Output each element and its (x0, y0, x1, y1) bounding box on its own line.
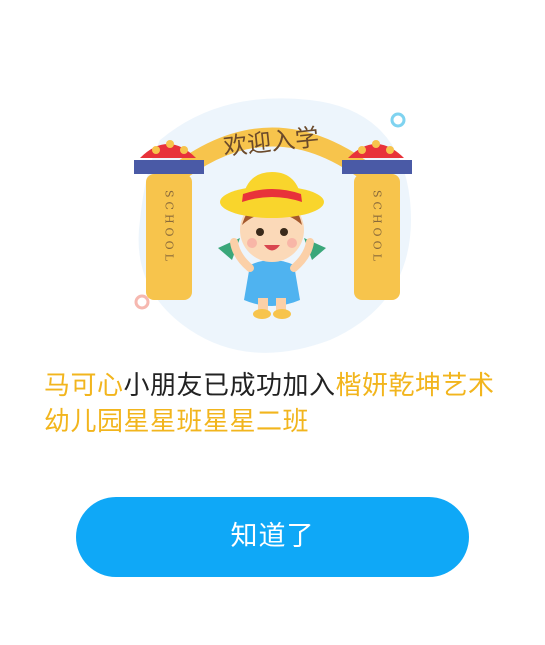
welcome-illustration: 欢迎入学 SCHOOL SCHOOL (134, 98, 412, 353)
blue-ring-decoration (390, 112, 406, 128)
left-pillar-text: SCHOOL (163, 190, 176, 265)
pink-ring-decoration (134, 294, 150, 310)
join-success-message: 马可心小朋友已成功加入楷妍乾坤艺术幼儿园星星班星星二班 (44, 368, 514, 440)
confirm-button[interactable]: 知道了 (76, 497, 469, 577)
right-pillar-text: SCHOOL (371, 190, 384, 265)
message-middle-text: 小朋友已成功加入 (123, 371, 336, 401)
child-name: 马可心 (44, 371, 124, 401)
dialog: 欢迎入学 SCHOOL SCHOOL 马可心小朋友已成功加入楷妍乾坤艺术幼儿园星… (0, 0, 545, 645)
